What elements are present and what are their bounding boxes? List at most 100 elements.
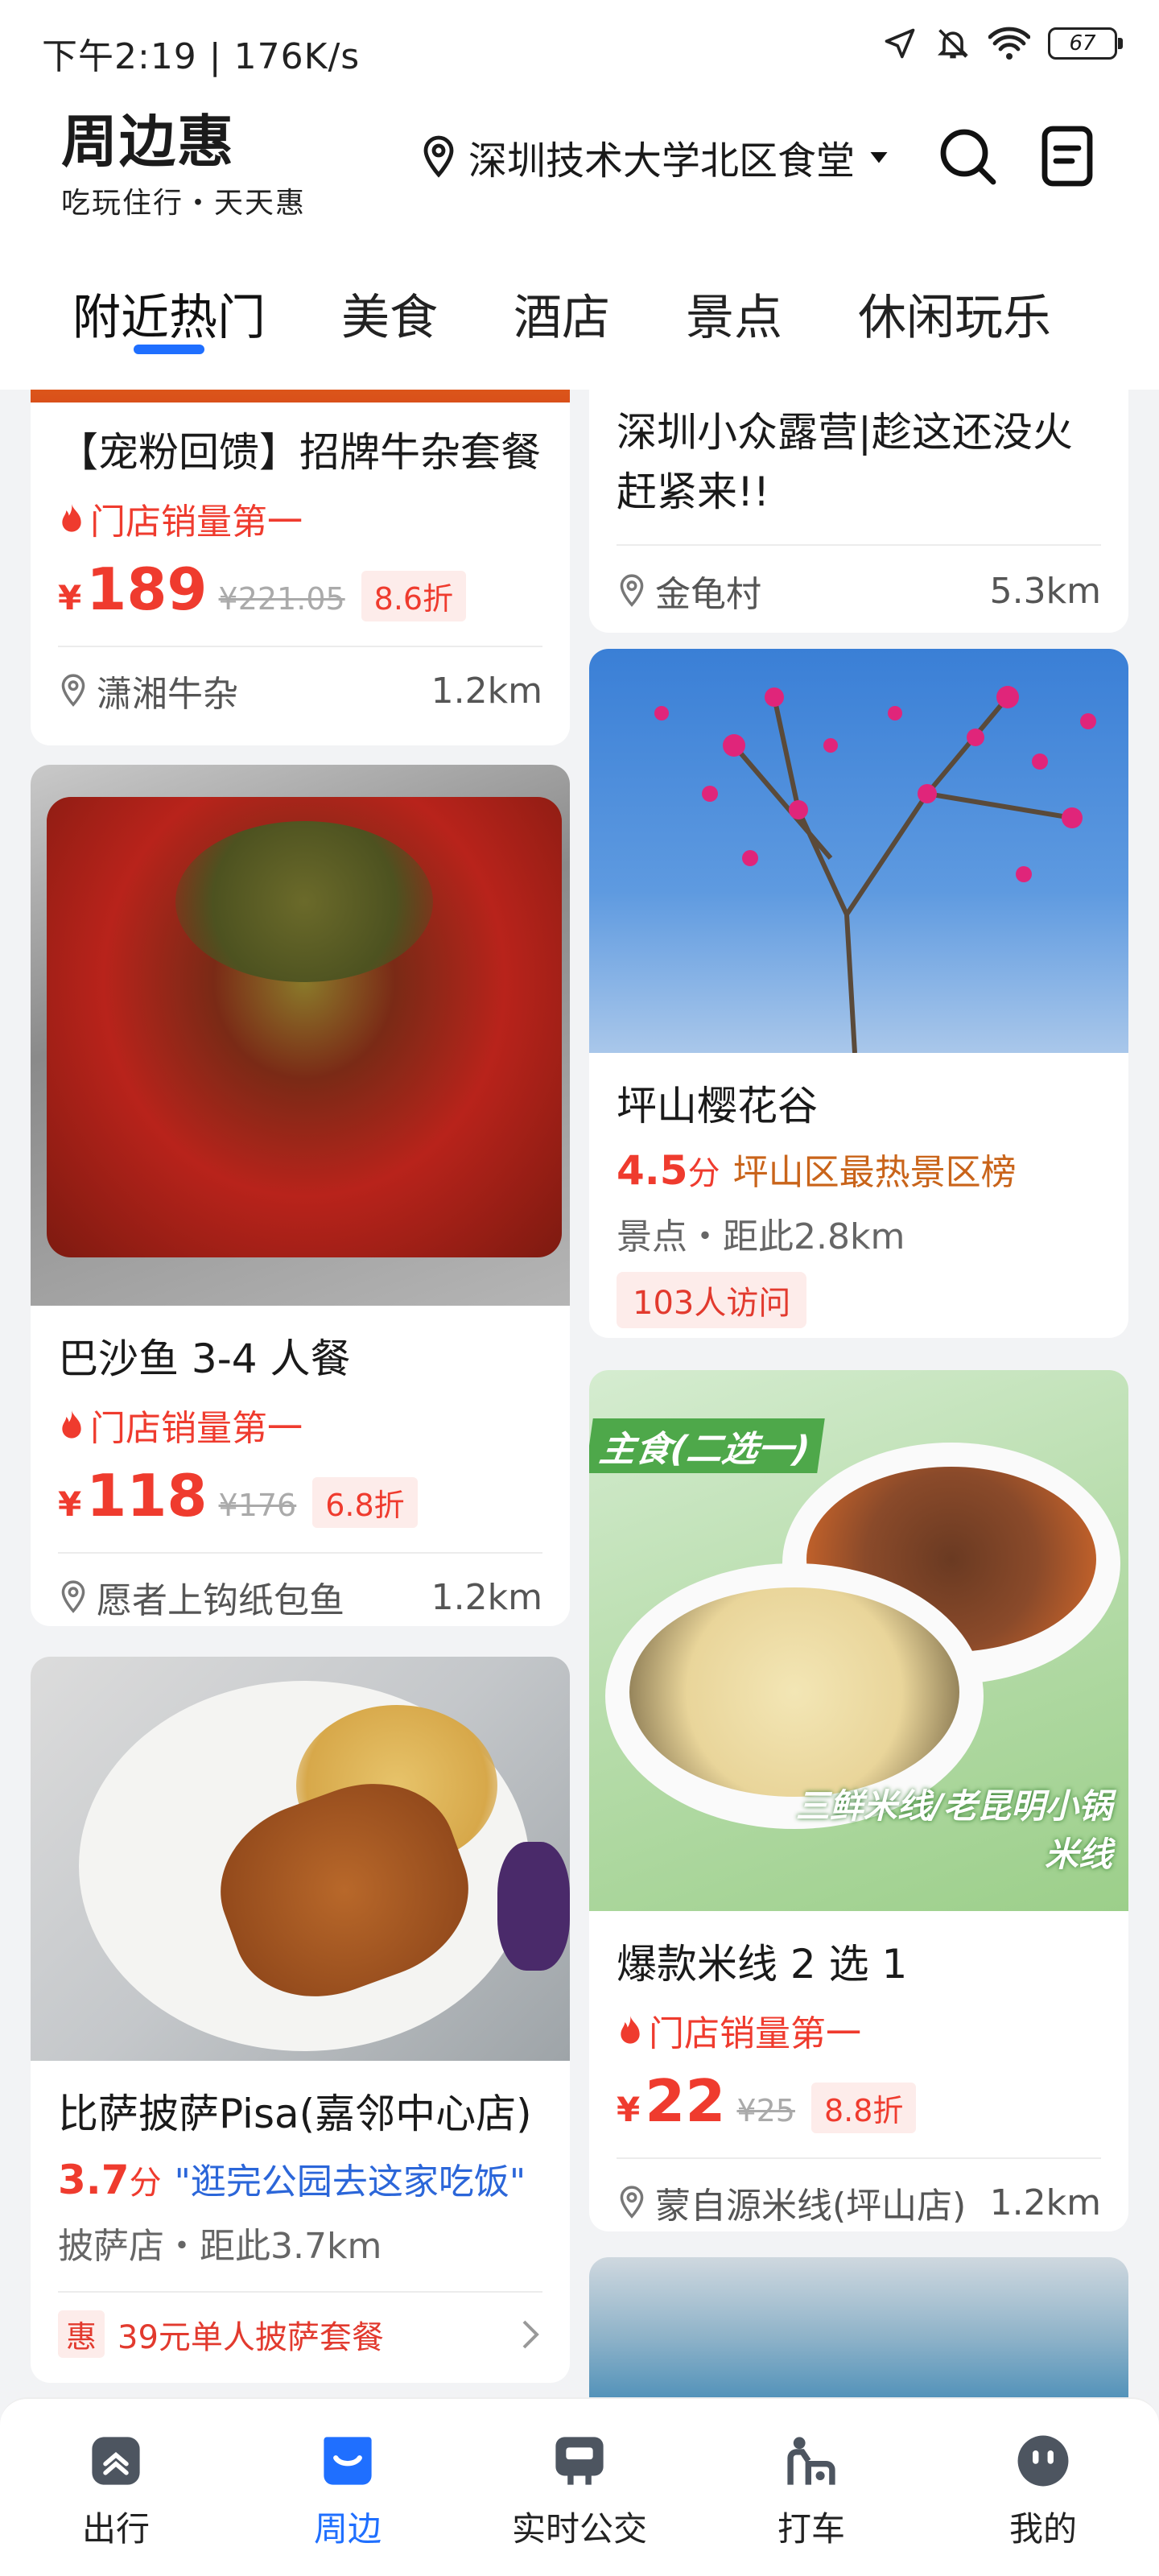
location-selector[interactable]: 深圳技术大学北区食堂 bbox=[419, 129, 893, 185]
distance: 1.2km bbox=[431, 670, 542, 712]
original-price: ¥176 bbox=[218, 1488, 297, 1523]
location-pin-icon bbox=[620, 2186, 644, 2219]
nav-bus[interactable]: 实时公交 bbox=[499, 2431, 660, 2576]
brand-name: 周边惠 bbox=[61, 109, 235, 175]
ranking-text: 坪山区最热景区榜 bbox=[732, 1152, 1017, 1193]
grilled-fish-image bbox=[31, 765, 570, 1306]
next-card-peek[interactable] bbox=[589, 2257, 1128, 2397]
price: 189 bbox=[86, 555, 208, 623]
price-row: ¥ 189 ¥221.05 8.6折 bbox=[58, 555, 542, 623]
shop-name: 蒙自源米线(坪山店) bbox=[655, 2186, 967, 2227]
bottom-navigation: 出行 周边 实时公交 打车 我的 bbox=[0, 2397, 1159, 2576]
sales-tag: 门店销量第一 bbox=[58, 493, 542, 544]
tab-hotel[interactable]: 酒店 bbox=[514, 233, 610, 390]
place-name: 金龟村 bbox=[655, 574, 761, 615]
flame-icon bbox=[62, 503, 81, 532]
shop-row: 潇湘牛杂 1.2km bbox=[58, 665, 542, 716]
profile-icon bbox=[1017, 2435, 1069, 2487]
nearby-icon bbox=[324, 2437, 372, 2485]
distance: 1.2km bbox=[431, 1576, 542, 1618]
deal-text: 39元单人披萨套餐 bbox=[118, 2318, 384, 2356]
shop-name: 潇湘牛杂 bbox=[97, 674, 238, 715]
location-arrow-icon bbox=[885, 28, 915, 59]
tab-food[interactable]: 美食 bbox=[341, 233, 438, 390]
battery-indicator: 67 bbox=[1048, 27, 1123, 60]
shop-row: 愿者上钩纸包鱼 1.2km bbox=[58, 1571, 542, 1623]
mute-bell-icon bbox=[937, 29, 969, 59]
tab-leisure[interactable]: 休闲玩乐 bbox=[858, 233, 1051, 390]
poi-subtitle: 披萨店・距此3.7km bbox=[58, 2226, 382, 2267]
original-price: ¥25 bbox=[736, 2093, 795, 2128]
pool-image bbox=[589, 2257, 1128, 2397]
deal-card[interactable]: 巴沙鱼 3-4 人餐 门店销量第一 ¥ 118 ¥176 6.8折 愿者上钩纸包… bbox=[31, 765, 570, 1626]
price: 22 bbox=[645, 2067, 726, 2135]
cherry-blossom-image bbox=[589, 649, 1128, 1053]
deal-card[interactable]: 主食(二选一) 三鲜米线/老昆明小锅米线 爆款米线 2 选 1 门店销量第一 ¥… bbox=[589, 1370, 1128, 2231]
nav-nearby[interactable]: 周边 bbox=[267, 2431, 428, 2576]
tab-attractions[interactable]: 景点 bbox=[686, 233, 782, 390]
order-list-icon[interactable] bbox=[1035, 124, 1099, 188]
brand: 周边惠 吃玩住行・天天惠 bbox=[61, 97, 306, 221]
card-image-strip bbox=[31, 390, 570, 402]
deal-card[interactable]: 【宠粉回馈】招牌牛杂套餐 门店销量第一 ¥ 189 ¥221.05 8.6折 潇… bbox=[31, 390, 570, 745]
chevron-down-icon bbox=[870, 152, 888, 163]
nav-me[interactable]: 我的 bbox=[963, 2431, 1124, 2576]
shop-row: 金龟村 5.3km bbox=[617, 565, 1101, 617]
discount-badge: 8.6折 bbox=[361, 571, 467, 621]
travel-icon bbox=[92, 2437, 140, 2485]
flame-icon bbox=[62, 1410, 81, 1439]
shop-row: 蒙自源米线(坪山店) 1.2km bbox=[617, 2177, 1101, 2228]
status-icons: 67 bbox=[882, 26, 1123, 61]
tab-nearby-hot[interactable]: 附近热门 bbox=[72, 233, 266, 390]
card-title: 爆款米线 2 选 1 bbox=[617, 1941, 908, 1988]
nav-taxi[interactable]: 打车 bbox=[731, 2431, 892, 2576]
nav-travel[interactable]: 出行 bbox=[35, 2431, 196, 2576]
price: 118 bbox=[86, 1462, 208, 1530]
distance: 1.2km bbox=[989, 2182, 1101, 2223]
location-pin-icon bbox=[620, 574, 644, 607]
rating-row: 4.5分 坪山区最热景区榜 bbox=[617, 1143, 1101, 1195]
price-row: ¥ 22 ¥25 8.8折 bbox=[617, 2067, 1101, 2135]
steak-pasta-image bbox=[31, 1657, 570, 2061]
category-tabs: 附近热门 美食 酒店 景点 休闲玩乐 bbox=[0, 233, 1159, 390]
distance: 5.3km bbox=[989, 570, 1101, 612]
rating-score: 3.7分 bbox=[58, 2157, 162, 2203]
app-header: 周边惠 吃玩住行・天天惠 深圳技术大学北区食堂 bbox=[0, 97, 1159, 233]
brand-slogan: 吃玩住行・天天惠 bbox=[61, 187, 307, 220]
note-card[interactable]: 深圳小众露营|趁这还没火赶紧来!! 金龟村 5.3km bbox=[589, 390, 1128, 633]
original-price: ¥221.05 bbox=[218, 581, 345, 617]
flame-icon bbox=[621, 2015, 640, 2044]
card-title: 深圳小众露营|趁这还没火赶紧来!! bbox=[617, 409, 1073, 515]
visits-badge: 103人访问 bbox=[617, 1272, 807, 1328]
search-icon[interactable] bbox=[935, 124, 1000, 188]
status-bar: 下午2:19 | 176K/s 67 bbox=[0, 0, 1159, 97]
card-title: 巴沙鱼 3-4 人餐 bbox=[58, 1335, 351, 1382]
card-title: 坪山樱花谷 bbox=[617, 1083, 818, 1129]
sales-tag: 门店销量第一 bbox=[58, 1399, 542, 1451]
rating-row: 3.7分 "逛完公园去这家吃饭" bbox=[58, 2153, 542, 2204]
poi-card[interactable]: 坪山樱花谷 4.5分 坪山区最热景区榜 景点・距此2.8km 103人访问 bbox=[589, 649, 1128, 1338]
card-title: 【宠粉回馈】招牌牛杂套餐 bbox=[58, 429, 541, 476]
feed: 【宠粉回馈】招牌牛杂套餐 门店销量第一 ¥ 189 ¥221.05 8.6折 潇… bbox=[0, 390, 1159, 2397]
chevron-right-icon bbox=[522, 2320, 539, 2348]
deal-row[interactable]: 惠 39元单人披萨套餐 bbox=[58, 2310, 542, 2358]
rice-noodle-image: 主食(二选一) 三鲜米线/老昆明小锅米线 bbox=[589, 1370, 1128, 1911]
wifi-icon bbox=[988, 27, 1030, 60]
poi-subtitle: 景点・距此2.8km bbox=[617, 1216, 905, 1257]
price-row: ¥ 118 ¥176 6.8折 bbox=[58, 1462, 542, 1530]
review-quote: "逛完公园去这家吃饭" bbox=[174, 2161, 526, 2202]
location-pin-icon bbox=[61, 1580, 85, 1613]
sales-tag: 门店销量第一 bbox=[617, 2004, 1101, 2056]
poi-card[interactable]: 比萨披萨Pisa(嘉邻中心店) 3.7分 "逛完公园去这家吃饭" 披萨店・距此3… bbox=[31, 1657, 570, 2383]
taxi-icon bbox=[787, 2437, 835, 2485]
rating-score: 4.5分 bbox=[617, 1147, 720, 1194]
status-time: 下午2:19 | 176K/s bbox=[42, 36, 361, 77]
location-pin-icon bbox=[423, 135, 454, 178]
discount-badge: 6.8折 bbox=[312, 1477, 418, 1528]
shop-name: 愿者上钩纸包鱼 bbox=[97, 1580, 344, 1621]
bus-icon bbox=[555, 2437, 604, 2485]
banner-top: 主食(二选一) bbox=[589, 1418, 825, 1473]
banner-bottom: 三鲜米线/老昆明小锅米线 bbox=[795, 1786, 1112, 1874]
deal-badge: 惠 bbox=[58, 2310, 105, 2358]
location-text: 深圳技术大学北区食堂 bbox=[468, 138, 856, 184]
